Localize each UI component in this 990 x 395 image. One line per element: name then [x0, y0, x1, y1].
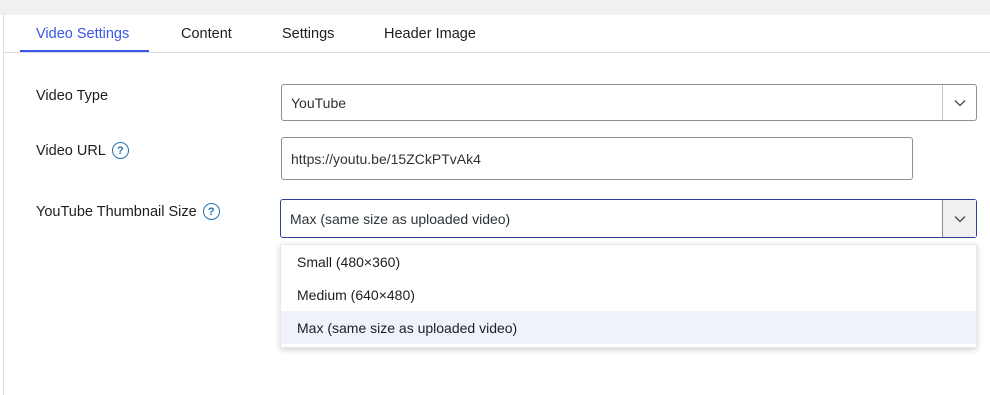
- video-url-label: Video URL ?: [36, 142, 129, 159]
- tab-bar: Video Settings Content Settings Header I…: [4, 15, 990, 53]
- video-url-value: https://youtu.be/15ZCkPTvAk4: [291, 150, 481, 167]
- tab-header-image[interactable]: Header Image: [384, 15, 476, 53]
- chevron-down-icon: [953, 99, 966, 107]
- video-type-label-text: Video Type: [36, 88, 109, 104]
- help-circle-icon[interactable]: ?: [111, 142, 129, 159]
- video-type-label: Video Type: [36, 88, 108, 104]
- thumbnail-size-label-text: YouTube Thumbnail Size: [36, 203, 197, 220]
- option-max[interactable]: Max (same size as uploaded video): [281, 311, 976, 344]
- option-small[interactable]: Small (480×360): [281, 245, 976, 278]
- tab-video-settings[interactable]: Video Settings: [36, 15, 129, 53]
- video-type-dropdown-toggle[interactable]: [942, 85, 976, 120]
- thumbnail-size-dropdown-toggle[interactable]: [942, 200, 976, 237]
- thumbnail-size-select[interactable]: Max (same size as uploaded video): [280, 199, 977, 238]
- thumbnail-size-dropdown-menu: Small (480×360) Medium (640×480) Max (sa…: [280, 244, 977, 348]
- chevron-down-icon: [953, 215, 966, 223]
- video-type-value: YouTube: [291, 94, 347, 111]
- tab-content[interactable]: Content: [181, 15, 232, 53]
- video-url-label-text: Video URL: [36, 142, 106, 159]
- top-bar: [0, 0, 990, 15]
- option-medium[interactable]: Medium (640×480): [281, 278, 976, 311]
- help-circle-icon[interactable]: ?: [202, 203, 220, 220]
- tab-settings[interactable]: Settings: [282, 15, 334, 53]
- video-url-input[interactable]: https://youtu.be/15ZCkPTvAk4: [281, 137, 913, 180]
- settings-panel: Video Settings Content Settings Header I…: [3, 15, 990, 395]
- video-type-select[interactable]: YouTube: [281, 84, 977, 121]
- active-tab-indicator: [20, 50, 149, 52]
- thumbnail-size-value: Max (same size as uploaded video): [290, 210, 511, 227]
- thumbnail-size-label: YouTube Thumbnail Size ?: [36, 203, 220, 220]
